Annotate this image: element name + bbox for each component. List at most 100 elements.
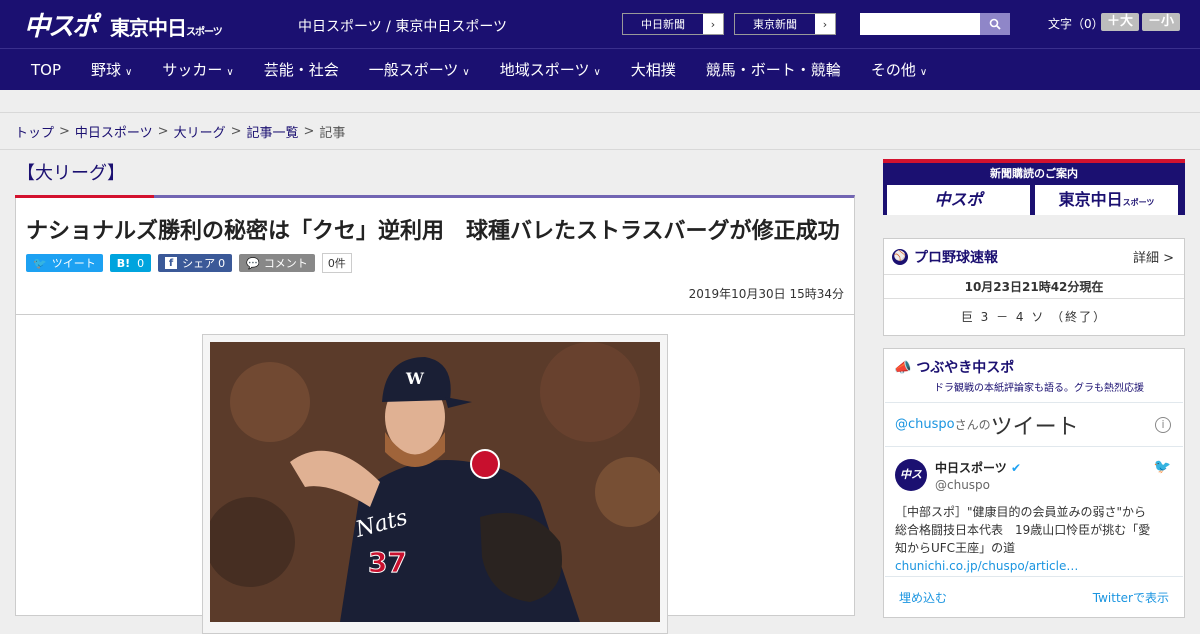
tweet-button[interactable]: 🐦 ツイート [26, 254, 103, 272]
breadcrumb-top[interactable]: トップ [15, 122, 54, 141]
category-title: 【大リーグ】 [17, 163, 125, 184]
timeline: @chuspo さんの ツイート i 中スポ 中日スポーツ ✔ @chuspo 🐦 … [885, 402, 1183, 617]
main-nav: TOP 野球 ∨ サッカー ∨ 芸能・社会 一般スポーツ ∨ 地域スポーツ ∨ 大相撲 … [0, 48, 1200, 90]
chevron-right-icon: › [822, 17, 828, 31]
tsubuyaki-header: 📣 つぶやき中スポ ドラ観戦の本紙評論家も語る。グラも熱烈応援 [884, 349, 1184, 394]
chevron-down-icon: ∨ [593, 67, 601, 78]
subscription-banner[interactable]: 新聞購読のご案内 中スポ 東京中日スポーツ [883, 159, 1185, 215]
timeline-header: @chuspo さんの ツイート i [885, 403, 1183, 447]
search-icon [989, 18, 1001, 30]
chevron-down-icon: ∨ [226, 67, 234, 78]
comment-button[interactable]: 💬 コメント [239, 254, 315, 272]
timeline-san: さんの [954, 418, 991, 432]
nav-label: 芸能・社会 [263, 61, 339, 79]
embed-link[interactable]: 埋め込む [899, 589, 947, 606]
publish-date: 2019年10月30日 15時34分 [16, 273, 854, 315]
timeline-footer: 埋め込む Twitterで表示 [885, 577, 1183, 617]
breadcrumb: トップ > 中日スポーツ > 大リーグ > 記事一覧 > 記事 [0, 112, 1200, 150]
header: 中スポ 東京中日スポーツ 中日スポーツ / 東京中日スポーツ 中日新聞 › 東京新… [0, 0, 1200, 48]
chunichi-shimbun-label: 中日新聞 [623, 14, 703, 34]
baseball-time: 10月23日21時42分現在 [884, 275, 1184, 299]
nav-label: TOP [31, 60, 62, 79]
timeline-user[interactable]: @chuspo [895, 417, 955, 432]
tweet-label: ツイート [51, 257, 96, 270]
tokyo-chunichi-logo[interactable]: 東京中日スポーツ [110, 12, 223, 41]
subscribe-tokyo[interactable]: 東京中日スポーツ [1035, 185, 1178, 215]
comment-label: コメント [263, 257, 308, 270]
tsubuyaki-title-row: 📣 つぶやき中スポ [894, 357, 1174, 377]
facebook-icon: f [165, 257, 178, 269]
facebook-share-button[interactable]: f シェア 0 [158, 254, 233, 272]
social-buttons: 🐦 ツイート B! 0 f シェア 0 💬 コメント 0件 [16, 247, 854, 273]
chevron-down-icon: ∨ [462, 67, 470, 78]
megaphone-icon: 📣 [894, 360, 917, 376]
baseball-detail-link[interactable]: 詳細 > [1133, 247, 1174, 266]
subscribe-tokyo-small: スポーツ [1122, 198, 1155, 207]
breadcrumb-sep: > [303, 123, 315, 139]
subscription-title: 新聞購読のご案内 [990, 167, 1078, 180]
avatar[interactable]: 中スポ [895, 459, 927, 513]
tweet-author[interactable]: 中日スポーツ ✔ [935, 459, 1021, 476]
search-button[interactable] [980, 13, 1010, 35]
nav-label: 野球 [91, 61, 122, 79]
article: ナショナルズ勝利の秘密は「クセ」逆利用 球種バレたストラスバーグが修正成功 🐦 ツ… [15, 195, 855, 634]
tokyo-logo-text: 東京中日 [110, 16, 187, 40]
accent-bar [15, 195, 154, 198]
chevron-right-icon: › [710, 17, 716, 31]
timeline-tweet: ツイート [990, 414, 1079, 440]
hatena-icon: B! [116, 256, 131, 270]
chevron-down-icon: ∨ [125, 67, 133, 78]
search-form [860, 13, 1010, 35]
breadcrumb-sep: > [59, 123, 70, 139]
sidebar: 新聞購読のご案内 中スポ 東京中日スポーツ ⚾ プロ野球速報 詳細 > 10月2… [883, 159, 1185, 618]
share-label: シェア [182, 257, 216, 270]
tweet-handle: @chuspo [935, 478, 991, 492]
view-on-twitter-link[interactable]: Twitterで表示 [1093, 589, 1169, 606]
baseball-icon: ⚾ [892, 248, 908, 265]
breadcrumb-sep: > [157, 123, 169, 139]
subscribe-tokyo-text: 東京中日 [1058, 190, 1123, 209]
share-count: 0 [218, 256, 226, 270]
nav-sumo[interactable]: 大相撲 [631, 59, 676, 80]
chuspo-logo[interactable]: 中スポ [24, 6, 98, 43]
nav-top[interactable]: TOP [31, 61, 61, 79]
breadcrumb-current: 記事 [319, 125, 346, 141]
search-input[interactable] [860, 13, 980, 35]
nav-soccer[interactable]: サッカー ∨ [162, 59, 233, 80]
tweet-link[interactable]: chunichi.co.jp/chuspo/article… [895, 559, 1078, 573]
nav-baseball[interactable]: 野球 ∨ [91, 59, 132, 80]
tweet-text: ［中部スポ］"健康目的の会員並みの弱さ"から総合格闘技日本代表 19歳山口怜臣が… [895, 503, 1155, 575]
baseball-header: ⚾ プロ野球速報 詳細 > [884, 239, 1184, 275]
nav-label: その他 [870, 61, 916, 79]
nav-label: 大相撲 [630, 61, 676, 79]
nav-label: 競馬・ボート・競輪 [705, 61, 841, 79]
twitter-icon: 🐦 [33, 256, 47, 270]
nav-racing[interactable]: 競馬・ボート・競輪 [706, 59, 841, 80]
font-smaller-button[interactable]: －小 [1142, 13, 1180, 31]
nav-general-sports[interactable]: 一般スポーツ ∨ [369, 59, 470, 80]
subscribe-chuspo[interactable]: 中スポ [887, 185, 1030, 215]
info-icon[interactable]: i [1155, 416, 1171, 433]
tweet-item[interactable]: 中スポ 中日スポーツ ✔ @chuspo 🐦 ［中部スポ］"健康目的の会員並みの… [885, 447, 1183, 577]
site-title: 中日スポーツ / 東京中日スポーツ [298, 19, 508, 35]
nav-local-sports[interactable]: 地域スポーツ ∨ [500, 59, 601, 80]
nav-label: 一般スポーツ [368, 61, 459, 79]
twitter-bird-icon: 🐦 [1153, 459, 1171, 475]
hatena-button[interactable]: B! 0 [109, 254, 152, 272]
tokyo-logo-small: スポーツ [186, 27, 223, 38]
baseball-score[interactable]: 巨 3 － 4 ソ （終了） [884, 299, 1184, 335]
nav-entertainment[interactable]: 芸能・社会 [264, 59, 339, 80]
tokyo-shimbun-link[interactable]: 東京新聞 › [734, 13, 836, 35]
cap-logo: W [405, 369, 425, 388]
article-photo[interactable]: W Nats 37 [202, 334, 668, 634]
breadcrumb-sep: > [230, 123, 242, 139]
breadcrumb-chuspo[interactable]: 中日スポーツ [75, 122, 153, 141]
chunichi-shimbun-link[interactable]: 中日新聞 › [622, 13, 724, 35]
tweet-body: ［中部スポ］"健康目的の会員並みの弱さ"から総合格闘技日本代表 19歳山口怜臣が… [895, 505, 1151, 555]
nav-other[interactable]: その他 ∨ [871, 59, 927, 80]
nav-label: サッカー [162, 61, 223, 79]
font-size-label: 文字（0） [1048, 17, 1104, 31]
breadcrumb-list[interactable]: 記事一覧 [247, 122, 299, 141]
font-larger-button[interactable]: ＋大 [1101, 13, 1139, 31]
breadcrumb-mlb[interactable]: 大リーグ [174, 122, 226, 141]
